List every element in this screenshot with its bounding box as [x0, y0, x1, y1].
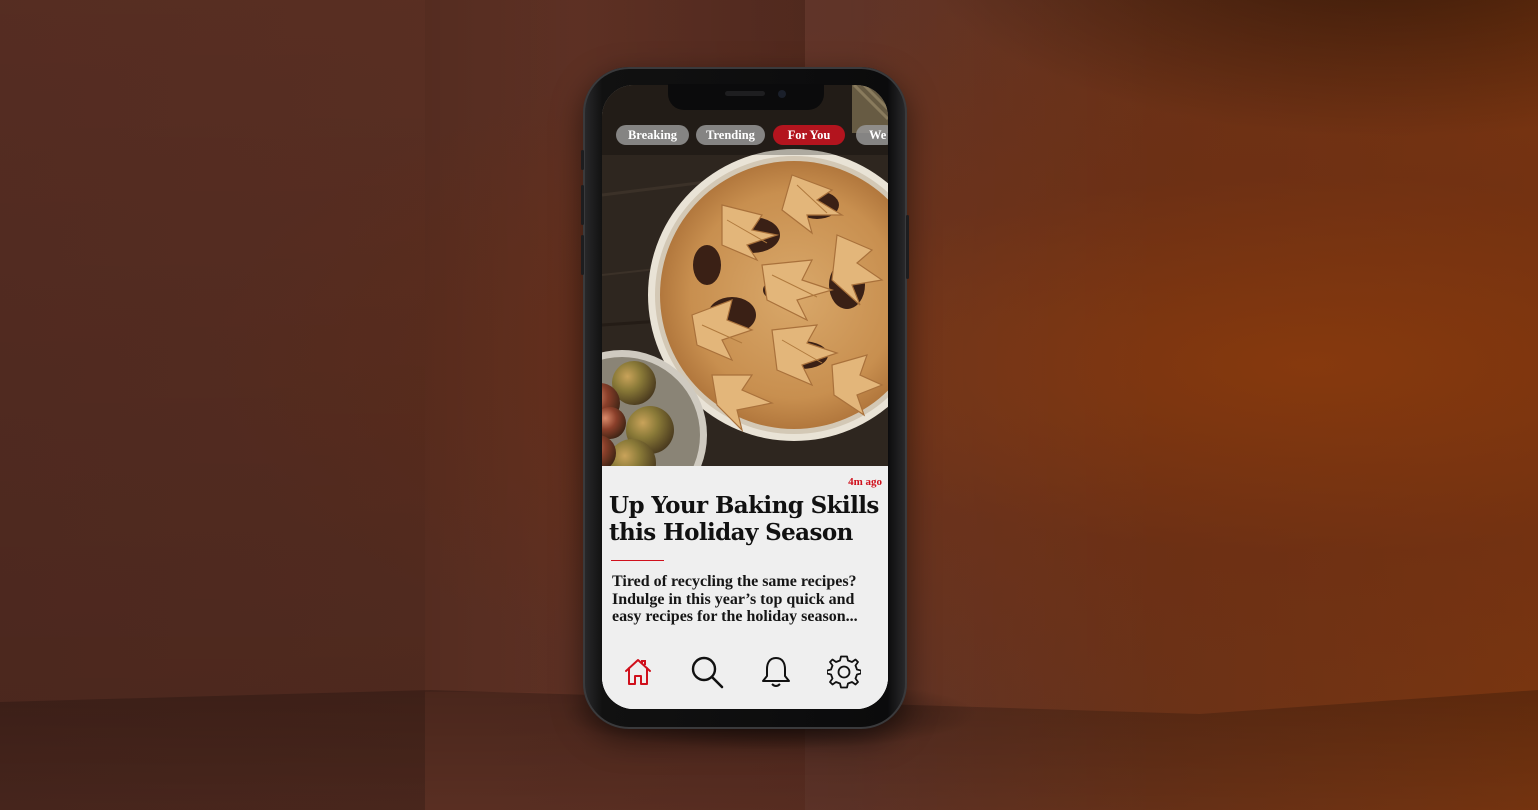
nav-notifications-button[interactable] — [756, 652, 796, 692]
app-screen: Breaking Trending For You We 4m ago Up Y… — [602, 85, 888, 709]
article-headline[interactable]: Up Your Baking Skills this Holiday Seaso… — [609, 492, 885, 546]
headline-divider — [611, 560, 664, 561]
gear-icon — [827, 655, 861, 689]
phone-notch — [668, 84, 824, 110]
phone-speaker — [725, 91, 765, 96]
category-tabs: Breaking Trending For You We — [602, 125, 888, 147]
tab-for-you[interactable]: For You — [773, 125, 845, 145]
article-timestamp: 4m ago — [848, 476, 882, 488]
phone-side-button — [581, 150, 584, 170]
nav-home-button[interactable] — [618, 652, 658, 692]
home-icon — [625, 659, 651, 685]
article-summary: Tired of recycling the same recipes? Ind… — [612, 573, 858, 625]
nav-search-button[interactable] — [687, 652, 727, 692]
hero-image[interactable]: Breaking Trending For You We — [602, 85, 888, 466]
phone-volume-up — [581, 185, 584, 225]
search-icon — [691, 656, 724, 689]
background-wall-left — [0, 0, 425, 810]
background-shadow — [900, 0, 1538, 140]
bottom-nav — [602, 652, 888, 709]
phone-power-button — [906, 215, 909, 279]
phone-volume-down — [581, 235, 584, 275]
bell-icon — [762, 657, 790, 687]
tab-trending[interactable]: Trending — [696, 125, 765, 145]
phone-camera — [778, 90, 786, 98]
nav-settings-button[interactable] — [824, 652, 864, 692]
tab-breaking[interactable]: Breaking — [616, 125, 689, 145]
tab-partial[interactable]: We — [856, 125, 888, 145]
